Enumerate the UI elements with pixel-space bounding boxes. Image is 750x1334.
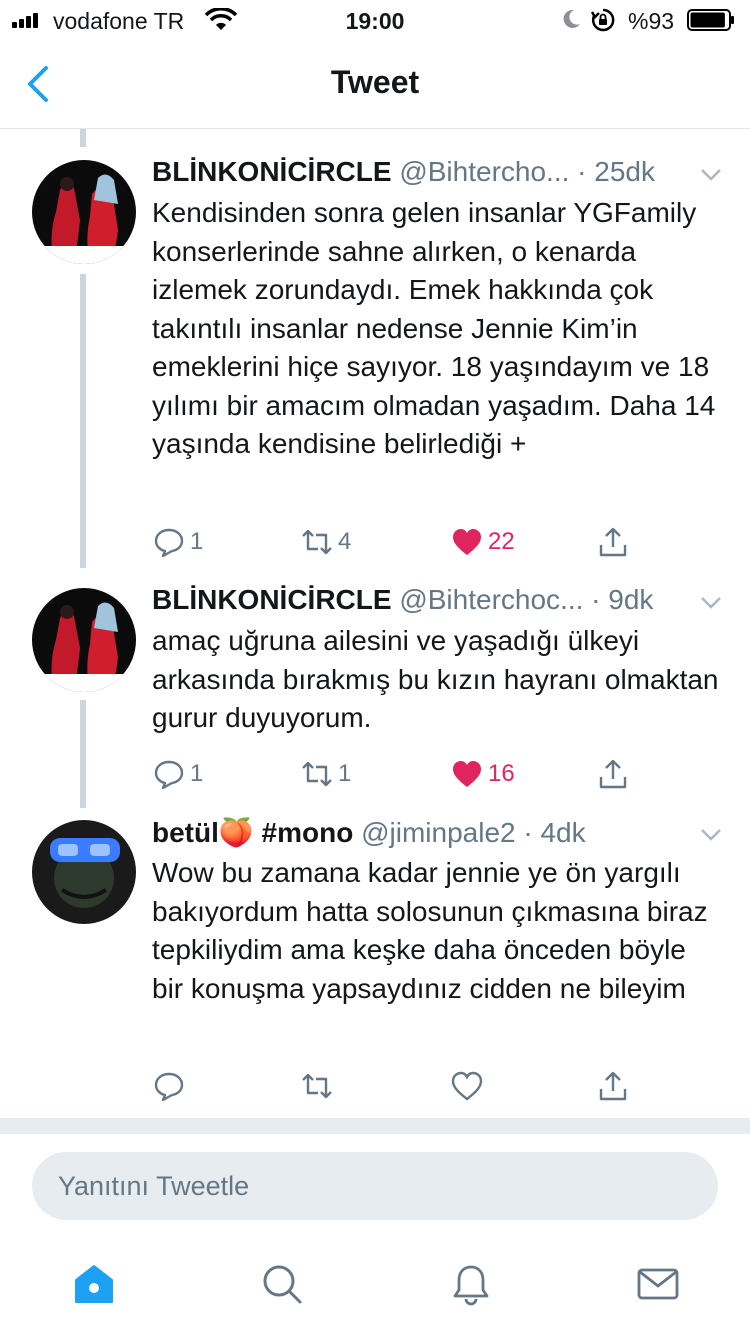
tweet-time: 4dk [540, 817, 586, 848]
thread-line [80, 700, 86, 808]
share-icon [599, 759, 627, 789]
section-divider [0, 1118, 750, 1134]
reply-count: 1 [190, 528, 204, 555]
status-bar: vodafone TR 19:00 %93 [0, 0, 750, 40]
like-button[interactable]: 16 [450, 754, 515, 794]
retweet-icon [302, 1073, 332, 1099]
display-name[interactable]: BLİNKONİCİRCLE [152, 156, 392, 187]
tweet-time: 9dk [608, 584, 654, 615]
thread-line [80, 129, 86, 147]
like-button[interactable]: 22 [450, 522, 515, 562]
user-handle[interactable]: @Bihtercho... [399, 156, 569, 187]
search-icon[interactable] [260, 1262, 304, 1306]
user-handle[interactable]: @Bihterchoc... [399, 584, 583, 615]
heart-outline-icon [451, 1071, 483, 1101]
tweet-text: Kendisinden sonra gelen insanlar YGFamil… [152, 197, 716, 459]
tweet[interactable]: betül🍑 #mono @jiminpale2 · 4dk Wow bu za… [0, 810, 750, 1118]
reply-count: 1 [190, 760, 204, 787]
chevron-down-icon[interactable] [700, 168, 722, 182]
like-count: 16 [488, 760, 515, 787]
reply-input[interactable]: Yanıtını Tweetle [32, 1152, 718, 1220]
retweet-button[interactable] [300, 1066, 338, 1106]
nav-bar: Tweet [0, 40, 750, 129]
messages-icon[interactable] [636, 1262, 680, 1306]
display-name[interactable]: BLİNKONİCİRCLE [152, 584, 392, 615]
avatar[interactable] [32, 588, 136, 692]
user-handle[interactable]: @jiminpale2 [361, 817, 516, 848]
like-count: 22 [488, 528, 515, 555]
reply-icon [154, 528, 184, 558]
battery-percent: %93 [628, 8, 675, 34]
rotation-lock-icon [590, 8, 615, 32]
like-button[interactable] [450, 1066, 488, 1106]
retweet-count: 1 [338, 760, 352, 787]
heart-filled-icon [453, 529, 481, 555]
separator-dot: · [523, 817, 533, 848]
share-button[interactable] [596, 754, 634, 794]
chevron-down-icon[interactable] [700, 596, 722, 610]
display-name[interactable]: betül🍑 #mono [152, 817, 353, 848]
reply-button[interactable]: 1 [152, 522, 203, 562]
tweet-header: BLİNKONİCİRCLE @Bihterchoc... · 9dk [152, 584, 726, 618]
share-button[interactable] [596, 1066, 634, 1106]
retweet-icon [302, 761, 332, 787]
share-icon [599, 527, 627, 557]
tweet[interactable]: BLİNKONİCİRCLE @Bihterchoc... · 9dk amaç… [0, 578, 750, 808]
retweet-count: 4 [338, 528, 352, 555]
tweet-header: betül🍑 #mono @jiminpale2 · 4dk [152, 816, 726, 850]
separator-dot: · [577, 156, 587, 187]
thread-line [80, 274, 86, 568]
tweet-actions: 1 1 16 [152, 754, 652, 794]
share-button[interactable] [596, 522, 634, 562]
retweet-button[interactable]: 1 [300, 754, 351, 794]
chevron-down-icon[interactable] [700, 828, 722, 842]
tweet-actions: 1 4 22 [152, 522, 652, 562]
battery-icon [687, 9, 734, 31]
tweet-header: BLİNKONİCİRCLE @Bihtercho... · 25dk [152, 156, 726, 190]
heart-filled-icon [453, 761, 481, 787]
notifications-icon[interactable] [449, 1262, 493, 1306]
reply-icon [154, 1072, 184, 1102]
page-title: Tweet [330, 64, 420, 100]
share-icon [599, 1071, 627, 1101]
home-icon[interactable] [72, 1262, 116, 1306]
retweet-button[interactable]: 4 [300, 522, 351, 562]
avatar[interactable] [32, 820, 136, 924]
separator-dot: · [591, 584, 601, 615]
moon-icon [563, 9, 580, 28]
reply-button[interactable]: 1 [152, 754, 203, 794]
reply-icon [154, 760, 184, 790]
tweet-time: 25dk [594, 156, 655, 187]
tweet-text: amaç uğruna ailesini ve yaşadığı ülkeyi … [152, 625, 719, 733]
retweet-icon [302, 529, 332, 555]
avatar[interactable] [32, 160, 136, 264]
reply-placeholder: Yanıtını Tweetle [58, 1171, 250, 1201]
tweet[interactable]: BLİNKONİCİRCLE @Bihtercho... · 25dk Kend… [0, 150, 750, 568]
reply-button[interactable] [152, 1066, 190, 1106]
tweet-actions [152, 1066, 652, 1106]
tweet-text: Wow bu zamana kadar jennie ye ön yargılı… [152, 857, 708, 1004]
